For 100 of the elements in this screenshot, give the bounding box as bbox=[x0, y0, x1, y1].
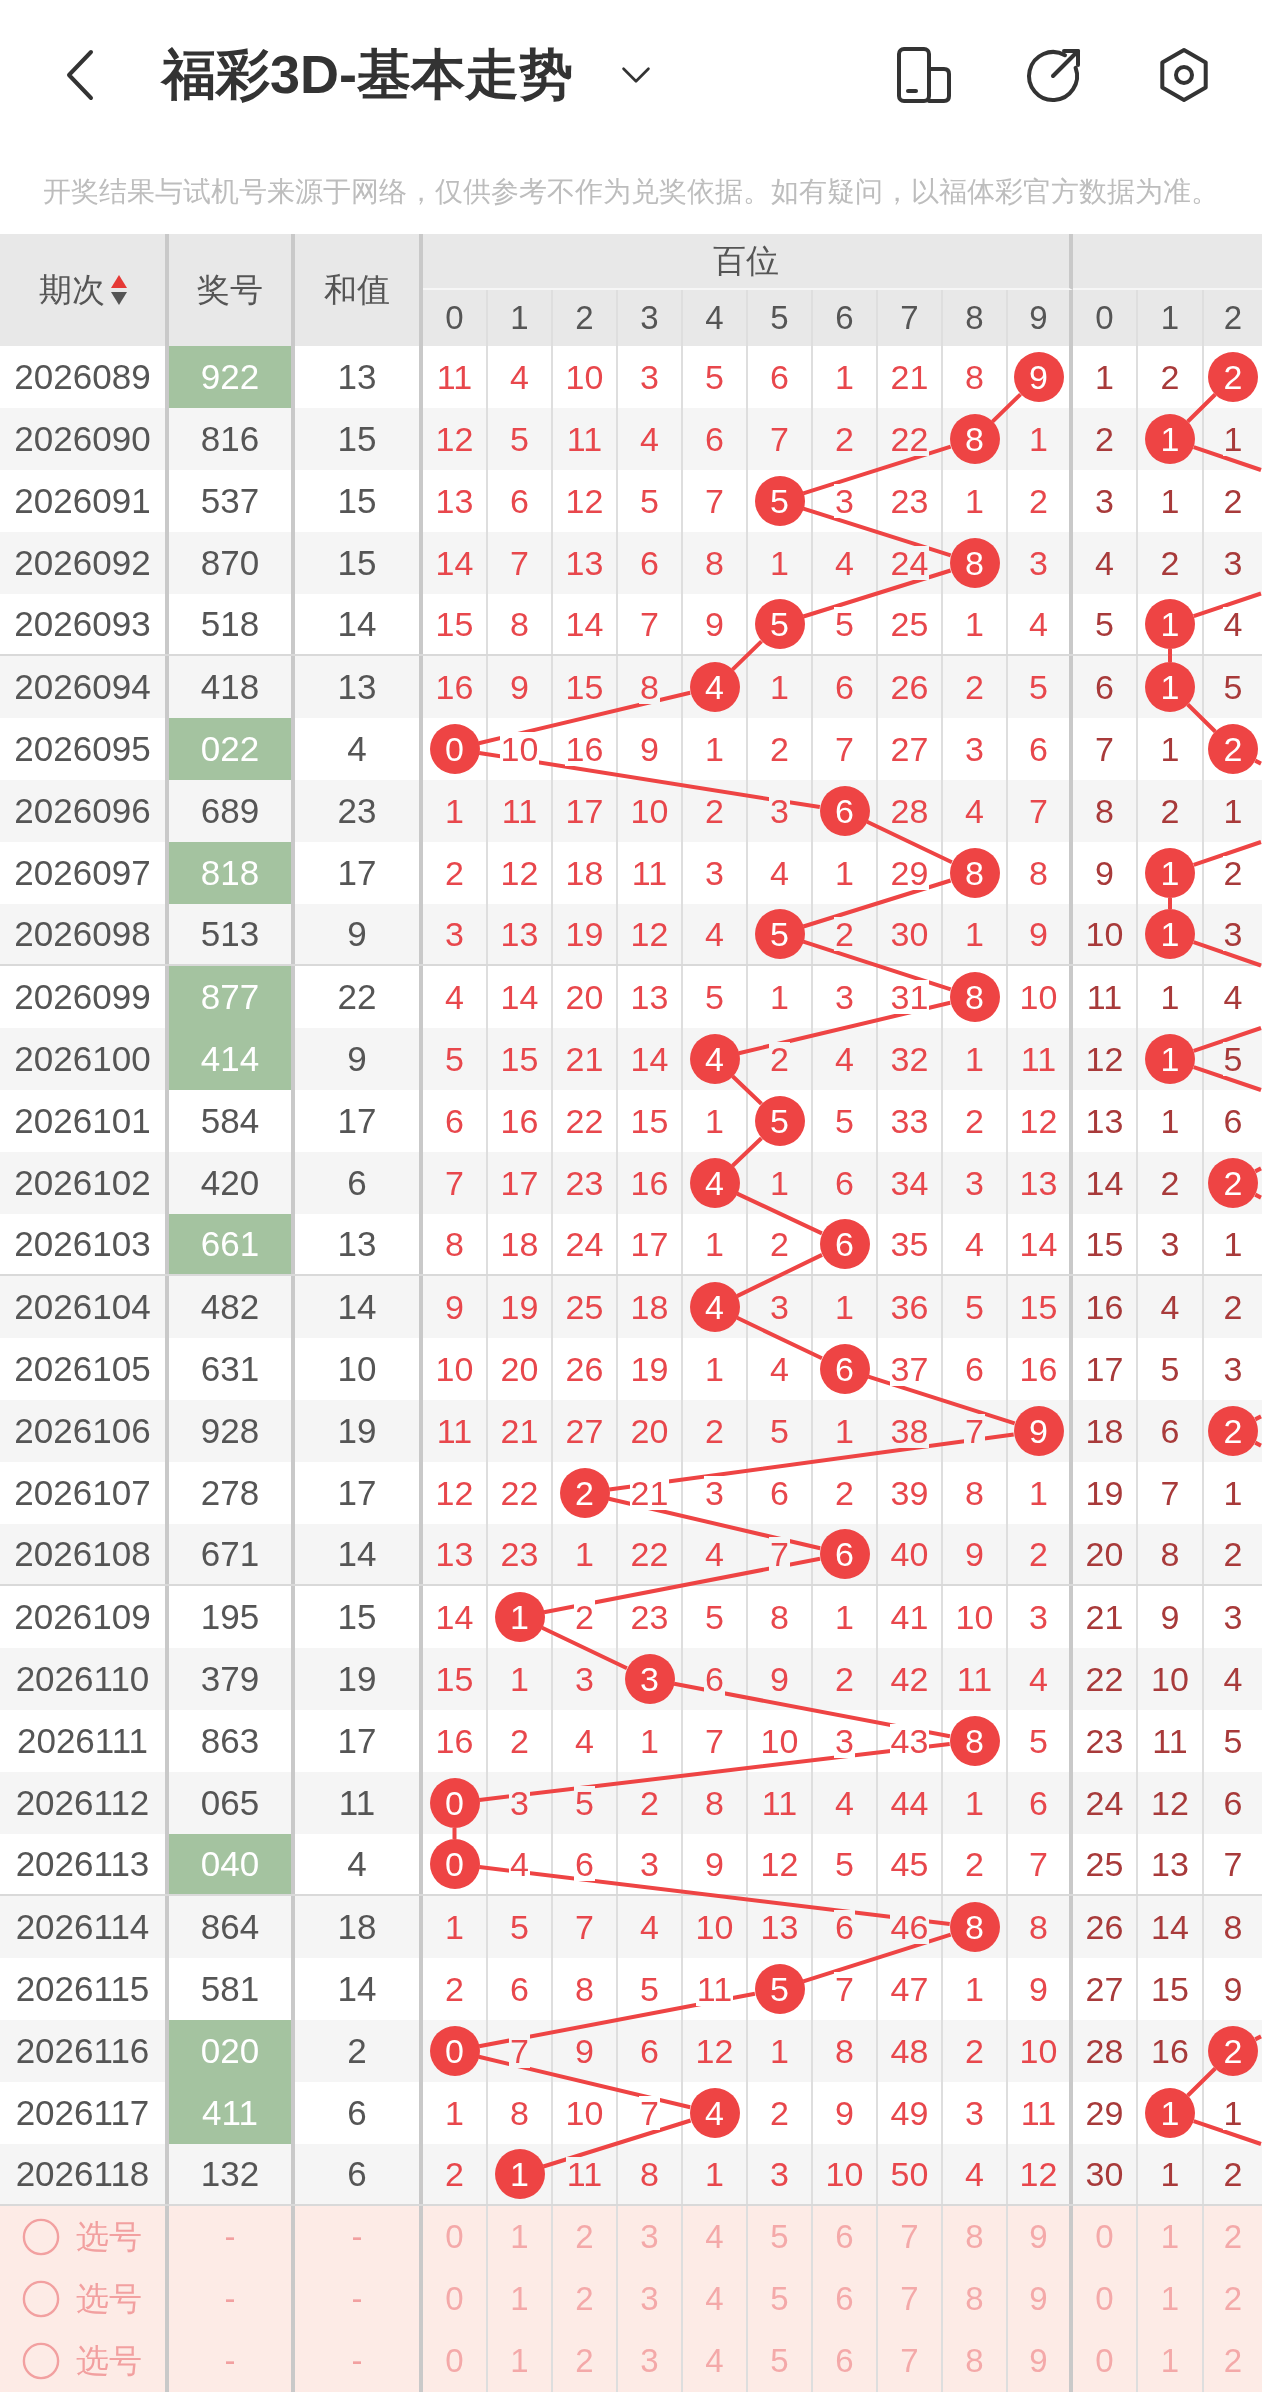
digit-header: 3 bbox=[640, 299, 659, 337]
hit-ball: 8 bbox=[949, 1716, 1000, 1766]
sum-value: 13 bbox=[337, 667, 377, 707]
pick-digit[interactable]: 9 bbox=[1029, 2280, 1048, 2318]
period-number: 2026110 bbox=[15, 1659, 150, 1699]
pick-label[interactable]: 选号 bbox=[76, 2338, 142, 2384]
pick-digit[interactable]: 2 bbox=[1223, 2218, 1243, 2256]
radio-button[interactable] bbox=[22, 2342, 60, 2380]
pick-digit[interactable]: 9 bbox=[1029, 2218, 1048, 2256]
back-icon[interactable] bbox=[65, 49, 95, 101]
hit-ball: 2 bbox=[1208, 352, 1258, 402]
devices-icon[interactable] bbox=[896, 47, 952, 103]
pick-digit[interactable]: 1 bbox=[510, 2280, 529, 2318]
sum-value: 14 bbox=[337, 604, 377, 644]
pick-digit[interactable]: 0 bbox=[445, 2280, 464, 2318]
pick-digit[interactable]: 1 bbox=[1160, 2342, 1180, 2380]
pick-digit[interactable]: 1 bbox=[1160, 2218, 1180, 2256]
pick-label[interactable]: 选号 bbox=[76, 2276, 142, 2322]
hit-ball: 1 bbox=[494, 1592, 545, 1642]
pick-digit[interactable]: 6 bbox=[835, 2280, 854, 2318]
winning-number: 518 bbox=[200, 604, 260, 644]
radio-button[interactable] bbox=[22, 2218, 60, 2256]
pick-digit[interactable]: 4 bbox=[705, 2218, 724, 2256]
hit-ball: 2 bbox=[1208, 2026, 1258, 2076]
pick-digit[interactable]: 0 bbox=[445, 2342, 464, 2380]
pick-digit[interactable]: 7 bbox=[900, 2218, 919, 2256]
hit-ball: 5 bbox=[754, 1964, 805, 2014]
pick-sum: - bbox=[351, 2280, 363, 2318]
period-number: 2026092 bbox=[14, 543, 151, 583]
winning-number: 195 bbox=[200, 1597, 260, 1637]
column-header: 奖号 bbox=[197, 269, 263, 310]
winning-number: 584 bbox=[200, 1101, 260, 1141]
period-number: 2026111 bbox=[16, 1721, 149, 1761]
hit-ball: 0 bbox=[429, 1839, 480, 1889]
sum-value: 9 bbox=[347, 914, 367, 954]
sum-value: 17 bbox=[337, 853, 377, 893]
winning-number: 278 bbox=[200, 1473, 260, 1513]
hit-ball: 1 bbox=[1145, 662, 1195, 712]
winning-number: 513 bbox=[200, 914, 260, 954]
pick-digit[interactable]: 8 bbox=[965, 2342, 984, 2380]
pick-digit[interactable]: 0 bbox=[1095, 2280, 1114, 2318]
period-number: 2026089 bbox=[14, 357, 151, 397]
pick-digit[interactable]: 3 bbox=[640, 2218, 659, 2256]
pick-digit[interactable]: 2 bbox=[1223, 2280, 1243, 2318]
pick-digit[interactable]: 9 bbox=[1029, 2342, 1048, 2380]
hit-ball: 8 bbox=[949, 972, 1000, 1022]
pick-digit[interactable]: 0 bbox=[445, 2218, 464, 2256]
pick-digit[interactable]: 5 bbox=[770, 2342, 789, 2380]
period-number: 2026098 bbox=[14, 914, 151, 954]
pick-sum: - bbox=[351, 2342, 363, 2380]
pick-digit[interactable]: 6 bbox=[835, 2218, 854, 2256]
miss-count: 7 bbox=[509, 2034, 530, 2068]
pick-digit[interactable]: 3 bbox=[640, 2280, 659, 2318]
pick-digit[interactable]: 7 bbox=[900, 2280, 919, 2318]
pick-digit[interactable]: 4 bbox=[705, 2342, 724, 2380]
digit-header: 1 bbox=[1160, 299, 1180, 337]
pick-digit[interactable]: 6 bbox=[835, 2342, 854, 2380]
digit-header: 5 bbox=[770, 299, 789, 337]
pick-digit[interactable]: 3 bbox=[640, 2342, 659, 2380]
hit-ball: 8 bbox=[949, 538, 1000, 588]
pick-digit[interactable]: 2 bbox=[1223, 2342, 1243, 2380]
hit-ball: 2 bbox=[1208, 1158, 1258, 1208]
sum-value: 6 bbox=[347, 1163, 367, 1203]
sum-value: 18 bbox=[337, 1907, 377, 1947]
winning-number: 379 bbox=[200, 1659, 260, 1699]
pick-digit[interactable]: 8 bbox=[965, 2218, 984, 2256]
winning-number: 870 bbox=[200, 543, 260, 583]
period-number: 2026107 bbox=[14, 1473, 151, 1513]
pick-digit[interactable]: 2 bbox=[575, 2218, 594, 2256]
pick-digit[interactable]: 2 bbox=[575, 2342, 594, 2380]
pick-digit[interactable]: 5 bbox=[770, 2218, 789, 2256]
period-number: 2026117 bbox=[15, 2093, 150, 2133]
pick-digit[interactable]: 2 bbox=[575, 2280, 594, 2318]
hit-ball: 2 bbox=[1208, 1406, 1258, 1456]
hit-ball: 1 bbox=[1145, 909, 1195, 959]
sum-value: 6 bbox=[347, 2093, 367, 2133]
sort-icon[interactable] bbox=[110, 275, 127, 305]
hit-ball: 3 bbox=[624, 1654, 675, 1704]
pick-digit[interactable]: 1 bbox=[1160, 2280, 1180, 2318]
pick-digit[interactable]: 5 bbox=[770, 2280, 789, 2318]
winning-number: 132 bbox=[200, 2154, 260, 2194]
pick-label[interactable]: 选号 bbox=[76, 2214, 142, 2260]
pick-digit[interactable]: 0 bbox=[1095, 2342, 1114, 2380]
hit-ball: 4 bbox=[689, 2088, 740, 2138]
pick-digit[interactable]: 0 bbox=[1095, 2218, 1114, 2256]
digit-header: 2 bbox=[575, 299, 594, 337]
page-title: 福彩3D-基本走势 bbox=[162, 42, 573, 106]
pick-digit[interactable]: 8 bbox=[965, 2280, 984, 2318]
radio-button[interactable] bbox=[22, 2280, 60, 2318]
winning-number: 581 bbox=[200, 1969, 260, 2009]
pick-digit[interactable]: 1 bbox=[510, 2342, 529, 2380]
miss-count: 21 bbox=[629, 1476, 670, 1510]
period-number: 2026103 bbox=[14, 1224, 151, 1264]
pick-digit[interactable]: 4 bbox=[705, 2280, 724, 2318]
pick-digit[interactable]: 7 bbox=[900, 2342, 919, 2380]
sum-value: 15 bbox=[337, 419, 377, 459]
caret-icon[interactable] bbox=[621, 67, 651, 83]
pick-digit[interactable]: 1 bbox=[510, 2218, 529, 2256]
winning-number: 863 bbox=[200, 1721, 260, 1761]
share-icon[interactable] bbox=[1026, 47, 1082, 103]
